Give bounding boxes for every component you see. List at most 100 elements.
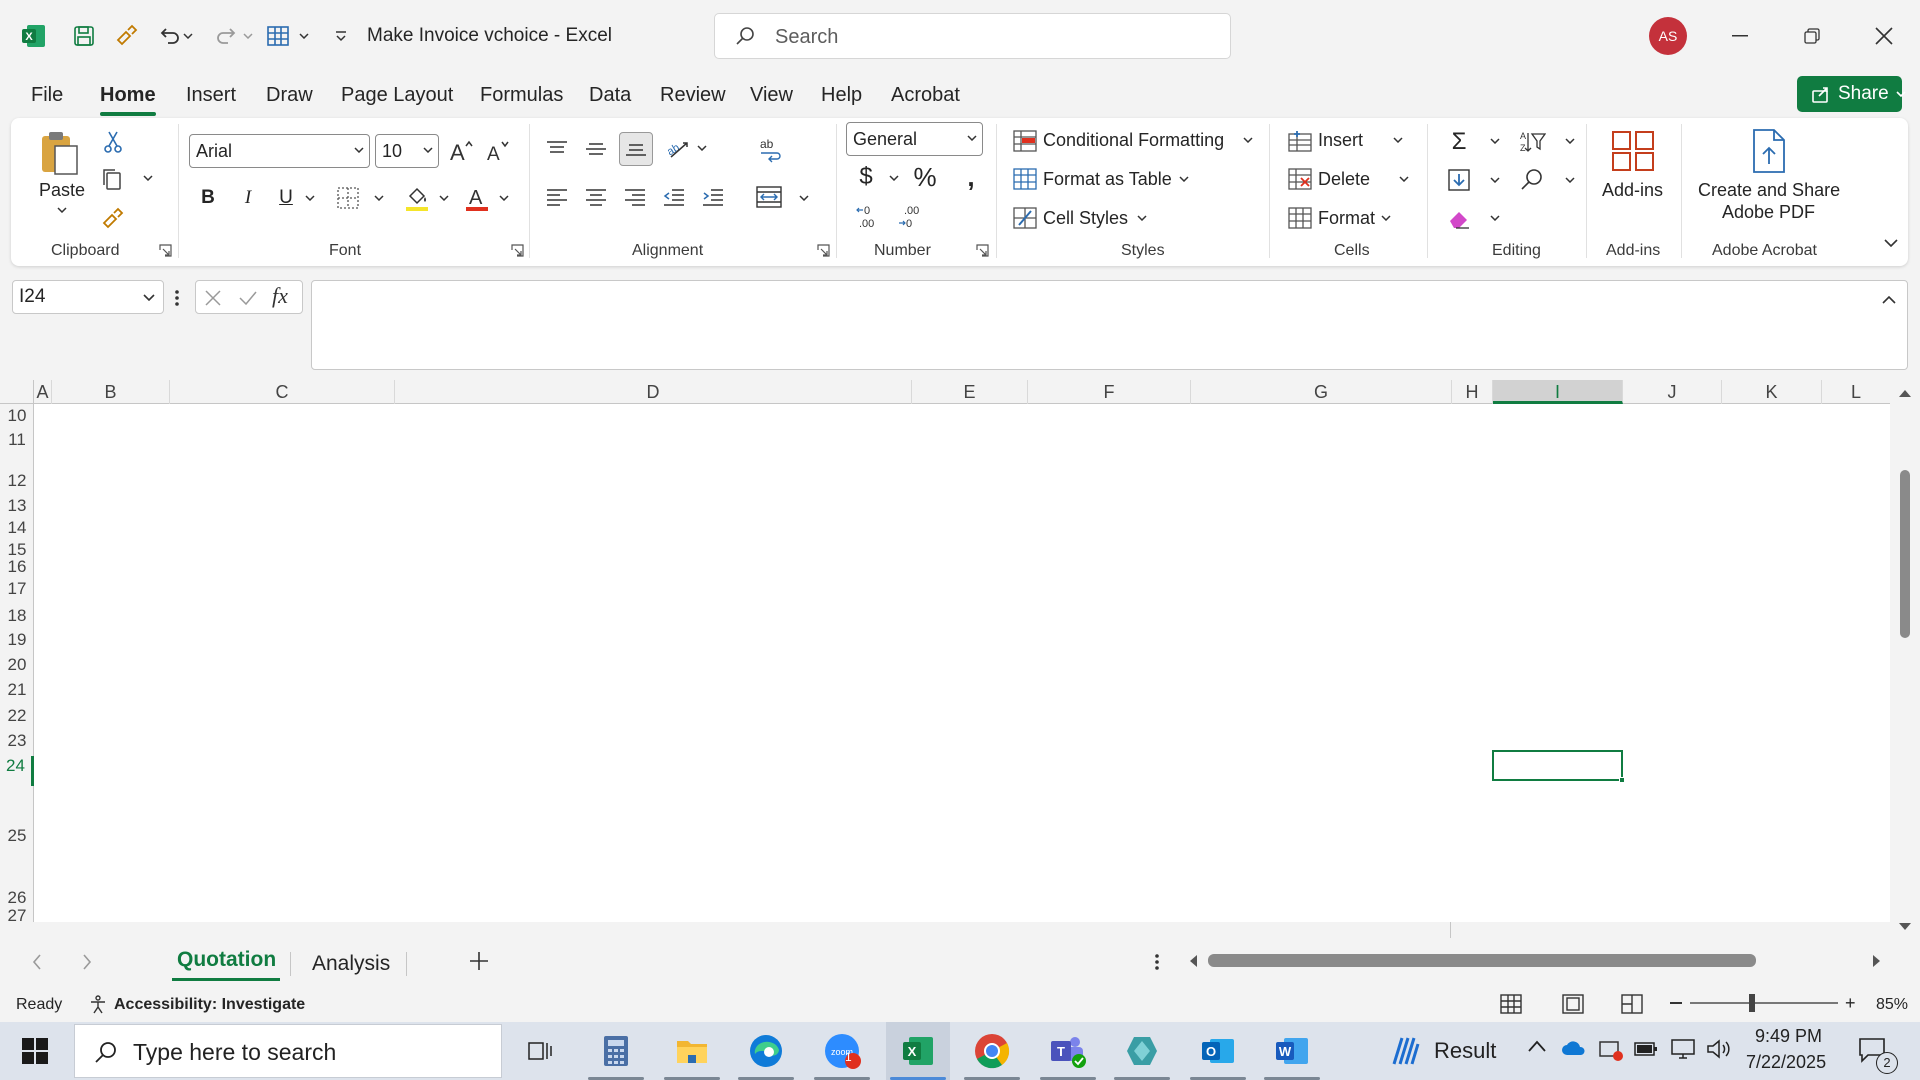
show-hidden-icons-icon[interactable] bbox=[1528, 1040, 1546, 1052]
redo-dropdown-icon[interactable] bbox=[240, 20, 256, 52]
search-box[interactable]: Search bbox=[714, 13, 1231, 59]
row-header[interactable]: 14 bbox=[0, 518, 34, 538]
add-ins-icon[interactable] bbox=[1609, 128, 1657, 174]
column-header-k[interactable]: K bbox=[1722, 380, 1822, 404]
copy-dropdown-icon[interactable] bbox=[141, 172, 155, 184]
top-align-icon[interactable] bbox=[542, 134, 572, 164]
dialog-launcher-icon[interactable] bbox=[976, 244, 989, 257]
edge-browser-icon[interactable] bbox=[744, 1030, 788, 1072]
paste-dropdown-icon[interactable] bbox=[55, 204, 69, 216]
tab-insert[interactable]: Insert bbox=[186, 84, 236, 107]
fill-dropdown-icon[interactable] bbox=[1488, 174, 1502, 186]
borders-dropdown-icon[interactable] bbox=[372, 192, 386, 204]
more-options-icon[interactable] bbox=[174, 288, 184, 308]
share-button[interactable]: Share bbox=[1797, 76, 1906, 112]
fill-color-dropdown-icon[interactable] bbox=[437, 192, 451, 204]
zoom-level[interactable]: 85% bbox=[1876, 996, 1908, 1014]
redo-icon[interactable] bbox=[210, 20, 242, 52]
accessibility-status[interactable]: Accessibility: Investigate bbox=[114, 996, 305, 1014]
decrease-font-size-icon[interactable]: A bbox=[483, 136, 513, 166]
onedrive-icon[interactable] bbox=[1561, 1040, 1587, 1056]
wrap-text-icon[interactable]: ab bbox=[755, 134, 785, 166]
chevron-down-icon[interactable] bbox=[1379, 212, 1393, 224]
tab-home[interactable]: Home bbox=[100, 84, 156, 107]
sports-widget-icon[interactable] bbox=[1388, 1034, 1422, 1068]
outlook-app-icon[interactable]: O bbox=[1196, 1030, 1240, 1072]
row-header[interactable]: 25 bbox=[0, 826, 34, 846]
row-header[interactable]: 21 bbox=[0, 680, 34, 700]
chrome-browser-icon[interactable] bbox=[970, 1030, 1014, 1072]
app-icon[interactable] bbox=[1120, 1030, 1164, 1072]
more-options-icon[interactable] bbox=[1154, 952, 1160, 972]
page-break-view-icon[interactable] bbox=[1621, 994, 1643, 1014]
formula-input[interactable] bbox=[311, 280, 1908, 370]
dialog-launcher-icon[interactable] bbox=[817, 244, 830, 257]
merge-center-icon[interactable] bbox=[753, 182, 785, 212]
paste-icon[interactable] bbox=[39, 130, 79, 176]
insert-cells-icon[interactable] bbox=[1287, 128, 1313, 154]
clear-dropdown-icon[interactable] bbox=[1488, 212, 1502, 224]
task-view-icon[interactable] bbox=[518, 1030, 562, 1072]
worksheet-grid[interactable] bbox=[34, 404, 1890, 940]
close-button[interactable] bbox=[1864, 17, 1904, 55]
chevron-down-icon[interactable] bbox=[1177, 173, 1191, 185]
copy-icon[interactable] bbox=[97, 164, 127, 194]
vertical-scrollbar[interactable] bbox=[1890, 380, 1920, 940]
column-header-h[interactable]: H bbox=[1452, 380, 1493, 404]
name-box[interactable]: I24 bbox=[12, 280, 164, 314]
column-header-i[interactable]: I bbox=[1493, 380, 1623, 404]
format-cells-label[interactable]: Format bbox=[1318, 208, 1375, 229]
font-family-select[interactable]: Arial bbox=[189, 134, 370, 168]
zoom-in-icon[interactable]: + bbox=[1845, 993, 1856, 1014]
create-pdf-label-line1[interactable]: Create and Share bbox=[1698, 180, 1840, 201]
autosum-dropdown-icon[interactable] bbox=[1488, 135, 1502, 147]
column-header-c[interactable]: C bbox=[170, 380, 395, 404]
tab-review[interactable]: Review bbox=[660, 84, 726, 107]
column-header-l[interactable]: L bbox=[1822, 380, 1890, 404]
zoom-slider-thumb[interactable] bbox=[1749, 994, 1755, 1012]
merge-dropdown-icon[interactable] bbox=[797, 192, 811, 204]
tab-acrobat[interactable]: Acrobat bbox=[891, 84, 960, 107]
format-painter-icon[interactable] bbox=[97, 204, 127, 234]
cancel-entry-icon[interactable] bbox=[204, 289, 222, 307]
windows-start-icon[interactable] bbox=[22, 1038, 48, 1064]
create-pdf-icon[interactable] bbox=[1746, 128, 1790, 174]
scroll-left-icon[interactable] bbox=[1188, 954, 1198, 968]
column-header-j[interactable]: J bbox=[1623, 380, 1722, 404]
select-all-corner[interactable] bbox=[0, 380, 34, 404]
scroll-right-icon[interactable] bbox=[1872, 954, 1882, 968]
next-sheet-icon[interactable] bbox=[82, 954, 92, 970]
borders-icon[interactable] bbox=[334, 184, 362, 212]
currency-icon[interactable]: $ bbox=[853, 162, 879, 192]
widget-label[interactable]: Result bbox=[1434, 1038, 1496, 1064]
clock-time[interactable]: 9:49 PM bbox=[1755, 1026, 1822, 1047]
conditional-formatting-icon[interactable] bbox=[1012, 128, 1038, 154]
tab-page-layout[interactable]: Page Layout bbox=[341, 84, 453, 107]
format-as-table-icon[interactable] bbox=[1012, 166, 1038, 192]
table-icon[interactable] bbox=[263, 20, 295, 52]
accessibility-icon[interactable] bbox=[88, 994, 108, 1014]
file-explorer-icon[interactable] bbox=[670, 1030, 714, 1072]
orientation-icon[interactable]: ab bbox=[663, 134, 693, 164]
selected-cell[interactable] bbox=[1492, 750, 1625, 783]
conditional-formatting-label[interactable]: Conditional Formatting bbox=[1043, 130, 1224, 151]
scroll-down-icon[interactable] bbox=[1898, 922, 1912, 932]
calculator-icon[interactable] bbox=[594, 1030, 638, 1072]
align-left-icon[interactable] bbox=[542, 182, 572, 212]
find-select-dropdown-icon[interactable] bbox=[1563, 174, 1577, 186]
row-header[interactable]: 13 bbox=[0, 496, 34, 516]
underline-button[interactable]: U bbox=[273, 184, 299, 212]
format-painter-icon[interactable] bbox=[110, 20, 142, 52]
italic-button[interactable]: I bbox=[235, 184, 261, 212]
chevron-down-icon[interactable] bbox=[1135, 212, 1149, 224]
middle-align-icon[interactable] bbox=[581, 134, 611, 164]
increase-indent-icon[interactable] bbox=[698, 182, 728, 212]
bold-button[interactable]: B bbox=[195, 184, 221, 212]
align-center-icon[interactable] bbox=[581, 182, 611, 212]
sheet-tab-quotation[interactable]: Quotation bbox=[177, 948, 276, 972]
excel-app-icon[interactable]: X bbox=[896, 1030, 940, 1072]
row-header[interactable]: 24 bbox=[0, 756, 34, 786]
align-right-icon[interactable] bbox=[620, 182, 650, 212]
column-header-b[interactable]: B bbox=[52, 380, 170, 404]
clear-icon[interactable] bbox=[1445, 204, 1473, 232]
